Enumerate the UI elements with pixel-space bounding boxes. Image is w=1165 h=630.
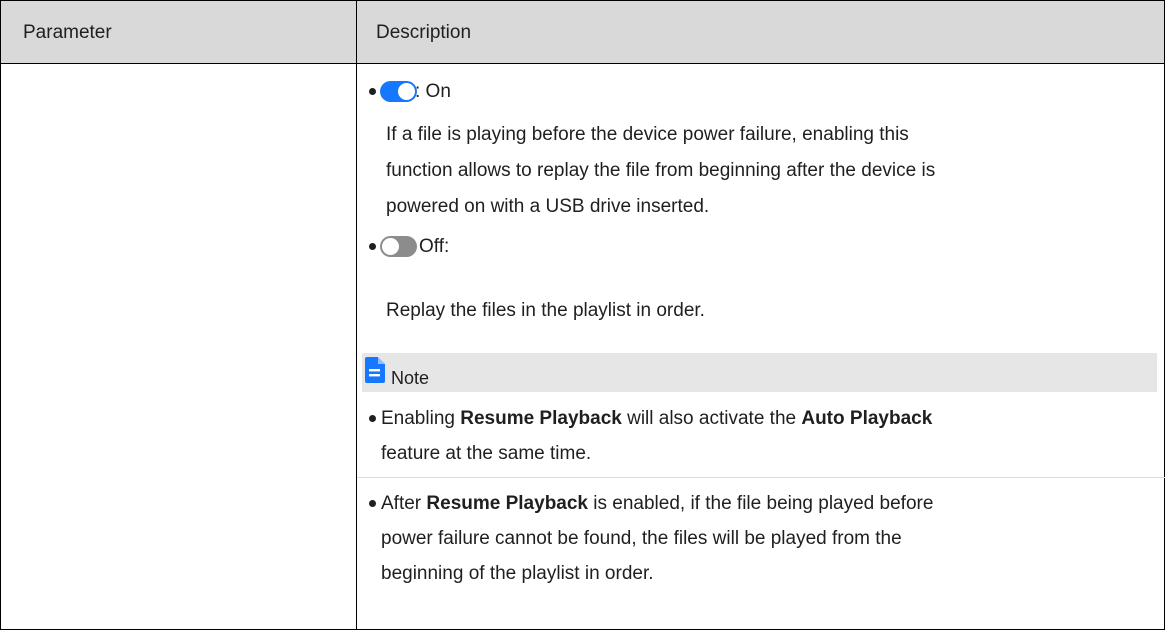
note-item-2-line-1: After Resume Playback is enabled, if the… <box>381 493 934 514</box>
on-desc-line-3: powered on with a USB drive inserted. <box>386 196 710 217</box>
header-description: Description <box>376 22 472 43</box>
note-item-2-line-3: beginning of the playlist in order. <box>381 563 654 584</box>
off-desc: Replay the files in the playlist in orde… <box>386 300 705 321</box>
on-desc-line-1: If a file is playing before the device p… <box>386 124 909 145</box>
note-title: Note <box>391 368 430 388</box>
bullet <box>369 415 376 422</box>
note-item-1-line-1: Enabling Resume Playback will also activ… <box>381 408 933 429</box>
bullet <box>369 243 376 250</box>
off-label: Off: <box>419 236 450 257</box>
table-header-row <box>1 1 1164 64</box>
note-item-2-line-2: power failure cannot be found, the files… <box>381 528 902 549</box>
on-desc-line-2: function allows to replay the file from … <box>386 160 936 181</box>
note-divider <box>357 477 1165 478</box>
bullet <box>369 88 376 95</box>
toggle-on-icon <box>380 81 417 102</box>
column-divider <box>356 1 357 629</box>
bullet <box>369 500 376 507</box>
note-document-icon <box>365 357 385 383</box>
note-item-1-line-2: feature at the same time. <box>381 443 592 464</box>
header-parameter: Parameter <box>23 22 112 43</box>
note-header-bar <box>362 353 1157 392</box>
parameter-table: Parameter Description : On If a file is … <box>0 0 1165 630</box>
on-label: : On <box>415 81 451 102</box>
toggle-off-icon <box>380 236 417 257</box>
